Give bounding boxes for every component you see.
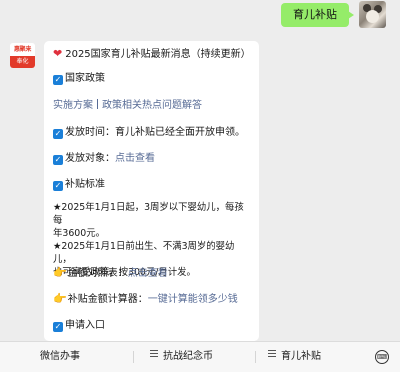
checkbox-icon: ✓: [53, 155, 63, 165]
menu-item-childcare-subsidy[interactable]: 育儿补贴: [268, 342, 321, 372]
calculator-link[interactable]: 一键计算能领多少钱: [148, 294, 238, 305]
apply-row: ✓ 申请入口: [53, 316, 253, 332]
menu-divider: [255, 351, 256, 363]
pointing-hand-icon: 👉: [53, 266, 67, 279]
standard-heading: 补贴标准: [65, 179, 105, 190]
amount-table-label: 金额对照表：: [67, 268, 128, 279]
link-separator: [97, 99, 98, 109]
release-time-row: ✓ 发放时间：育儿补贴已经全面开放申领。: [53, 123, 253, 139]
link-policy-faq[interactable]: 政策相关热点问题解答: [102, 100, 202, 111]
card-title-row: ❤ 2025国家育儿补贴最新消息（持续更新）: [53, 45, 253, 60]
bot-avatar[interactable]: 惠聚来 奉化: [10, 43, 35, 68]
checkbox-icon: ✓: [53, 129, 63, 139]
bot-avatar-bottom-text: 奉化: [10, 56, 35, 68]
menu-item-label: 抗战纪念币: [163, 351, 213, 362]
menu-item-wechat-services[interactable]: 微信办事: [40, 342, 80, 372]
menu-divider: [133, 351, 134, 363]
policy-heading: 国家政策: [65, 73, 105, 84]
bot-avatar-top-text: 惠聚来: [10, 43, 35, 56]
user-avatar[interactable]: [359, 1, 386, 28]
standard-line-1: ★2025年1月1日起，3周岁以下婴幼儿，每孩每: [53, 202, 244, 226]
keyboard-icon[interactable]: ⌨: [375, 350, 389, 364]
checkbox-icon: ✓: [53, 75, 63, 85]
outgoing-message-bubble[interactable]: 育儿补贴: [281, 3, 354, 27]
amount-table-link[interactable]: 点击查看: [128, 268, 168, 279]
checkbox-icon: ✓: [53, 181, 63, 191]
card-title: 2025国家育儿补贴最新消息（持续更新）: [65, 49, 251, 60]
message-card: ❤ 2025国家育儿补贴最新消息（持续更新） ✓ 国家政策 实施方案 政策相关热点问题…: [44, 41, 259, 341]
outgoing-message-row: 育儿补贴: [0, 0, 400, 34]
apply-heading: 申请入口: [65, 320, 105, 331]
release-time-value: 育儿补贴已经全面开放申领。: [115, 127, 245, 138]
target-row: ✓ 发放对象：点击查看: [53, 149, 253, 165]
bottom-menu: 微信办事 抗战纪念币 育儿补贴 ⌨: [0, 341, 400, 372]
standard-heading-row: ✓ 补贴标准: [53, 175, 253, 191]
menu-item-label: 育儿补贴: [281, 351, 321, 362]
menu-item-commemorative-coin[interactable]: 抗战纪念币: [150, 342, 213, 372]
submenu-icon: [268, 348, 276, 359]
target-link[interactable]: 点击查看: [115, 153, 155, 164]
release-time-label: 发放时间：: [65, 127, 115, 138]
target-label: 发放对象：: [65, 153, 115, 164]
standard-line-2: 年3600元。: [53, 228, 105, 239]
calculator-label: 补贴金额计算器：: [67, 294, 148, 305]
pointing-hand-icon: 👉: [53, 292, 67, 305]
checkbox-icon: ✓: [53, 322, 63, 332]
policy-links-row: 实施方案 政策相关热点问题解答: [53, 96, 253, 111]
link-implementation-plan[interactable]: 实施方案: [53, 100, 93, 111]
standard-line-3: ★2025年1月1日前出生、不满3周岁的婴幼儿，: [53, 241, 235, 265]
submenu-icon: [150, 348, 158, 359]
amount-table-row: 👉金额对照表：点击查看: [53, 264, 253, 279]
policy-heading-row: ✓ 国家政策: [53, 69, 253, 85]
heart-icon: ❤: [53, 47, 63, 60]
calculator-row: 👉补贴金额计算器：一键计算能领多少钱: [53, 290, 253, 305]
